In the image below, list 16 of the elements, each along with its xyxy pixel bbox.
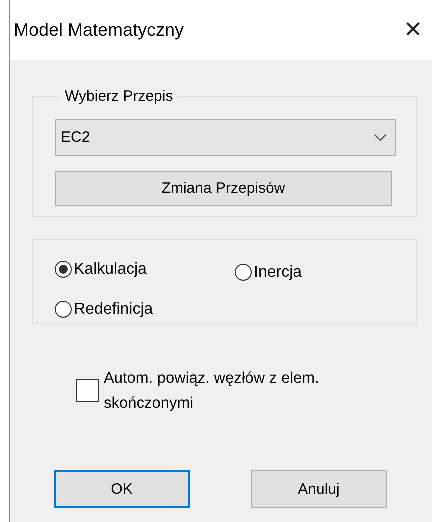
window-title: Model Matematyczny [14, 20, 184, 40]
radio-label: Redefinicja [74, 300, 154, 318]
checkbox-label: Autom. powiąz. węzłów z elem. skończonymi [104, 369, 320, 414]
cancel-button[interactable]: Anuluj [251, 470, 387, 508]
change-code-button[interactable]: Zmiana Przepisów [55, 171, 392, 206]
radio-button[interactable] [55, 261, 72, 278]
radio-label: Kalkulacja [74, 260, 147, 278]
chevron-icon [374, 134, 387, 142]
close-icon[interactable]: × [404, 15, 422, 45]
group-label: Wybierz Przepis [64, 88, 174, 105]
ok-button[interactable]: OK [54, 470, 190, 508]
checkbox[interactable] [76, 379, 99, 402]
code-dropdown[interactable]: EC2 [55, 119, 396, 156]
radio-button[interactable] [55, 301, 72, 318]
radio-button[interactable] [235, 264, 252, 281]
radio-label: Inercja [254, 264, 302, 282]
